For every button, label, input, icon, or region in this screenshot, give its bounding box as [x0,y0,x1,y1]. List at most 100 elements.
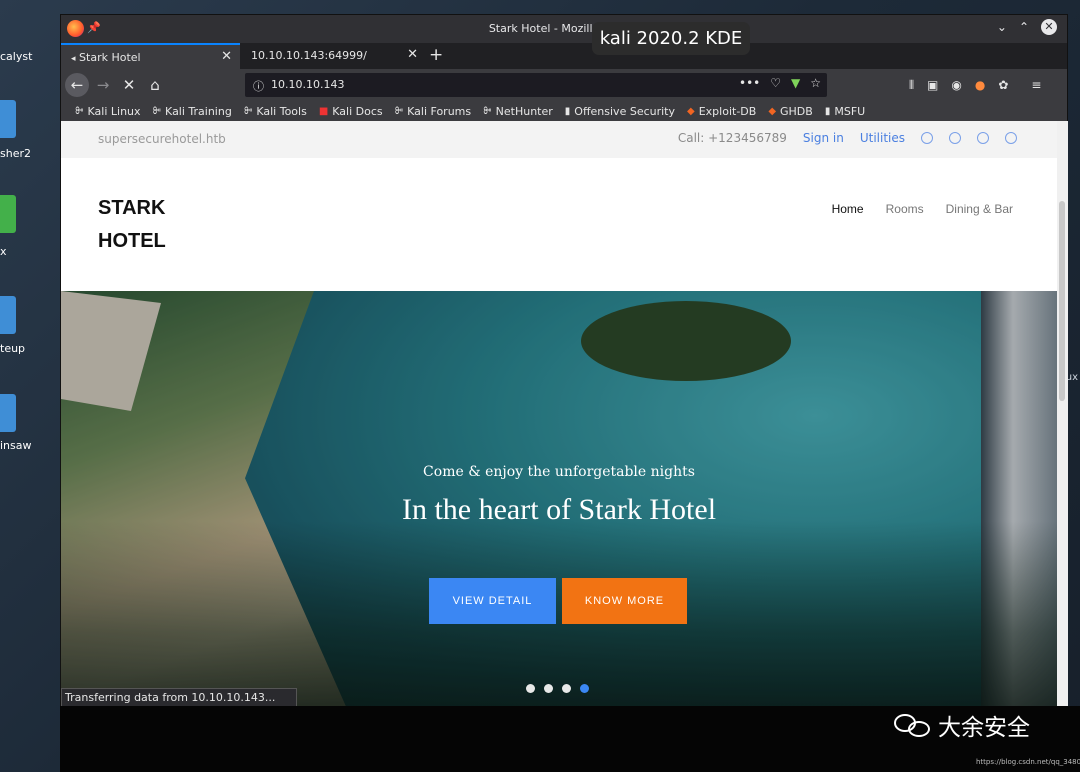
new-tab-icon[interactable]: + [429,45,443,65]
home-icon[interactable]: ⌂ [143,73,167,97]
bookmark-kali-training[interactable]: ꔻ Kali Training [153,102,232,121]
bookmark-kali-tools[interactable]: ꔻ Kali Tools [244,102,307,121]
bookmark-msfu[interactable]: ▮ MSFU [825,102,865,121]
menu-home[interactable]: Home [832,202,864,216]
desktop-item-label: insaw [0,439,32,452]
bookmarks-toolbar: ꔻ Kali Linux ꔻ Kali Training ꔻ Kali Tools ■… [61,101,1067,121]
page-actions-icon[interactable]: ••• [739,76,760,90]
wechat-icon [894,712,932,738]
os-version-overlay: kali 2020.2 KDE [592,22,750,55]
scrollbar-thumb[interactable] [1059,201,1065,401]
page-scrollbar[interactable] [1057,121,1068,707]
logo-line-1: STARK [98,197,166,219]
site-logo[interactable]: STARK HOTEL [98,192,166,258]
main-menu: Home Rooms Dining & Bar [832,202,1013,216]
bookmark-ghdb[interactable]: ◆ GHDB [768,102,813,121]
addon-icon[interactable]: ● [975,78,985,93]
extension-icon[interactable]: ▼ [791,76,800,90]
twitter-icon[interactable] [921,132,933,144]
toolbar-icons: ⫴ ▣ ◉ ● ✿ ≡ [909,78,1041,93]
slider-dot-3[interactable] [562,684,571,693]
forward-icon[interactable]: → [91,73,115,97]
topbar-right: Call: +123456789 Sign in Utilities [678,131,1017,145]
instagram-icon[interactable] [1005,132,1017,144]
stop-loading-icon[interactable]: ✕ [117,73,141,97]
sidebar-icon[interactable]: ▣ [927,78,938,93]
library-icon[interactable]: ⫴ [909,78,914,93]
bookmark-label: Kali Tools [256,105,307,118]
url-actions: ••• ♡ ▼ ☆ [739,76,821,90]
utilities-link[interactable]: Utilities [860,131,905,145]
bookmark-exploit-db[interactable]: ◆ Exploit-DB [687,102,756,121]
hero-subtitle: Come & enjoy the unforgetable nights [423,464,695,480]
web-page: supersecurehotel.htb Call: +123456789 Si… [61,121,1057,707]
tab-bar: ◂ Stark Hotel ✕ 10.10.10.143:64999/ ✕ + [61,43,1067,69]
slider-dot-4[interactable] [580,684,589,693]
screen: calyst sher2 x teup insaw ux 📌 Stark Hot… [0,0,1080,772]
bookmark-label: Kali Linux [87,105,141,118]
bookmark-label: GHDB [780,105,813,118]
kali-dragon-icon: ꔻ [243,106,253,117]
tab-close-icon[interactable]: ✕ [221,49,232,64]
bookmark-label: NetHunter [495,105,553,118]
watermark-text: 大余安全 [938,715,1030,741]
back-icon[interactable]: ← [65,73,89,97]
watermark-credit: https://blog.csdn.net/qq_34801745 [976,758,1080,766]
pocket-icon[interactable]: ♡ [770,76,781,90]
sign-in-link[interactable]: Sign in [803,131,844,145]
minimize-icon[interactable]: ⌄ [997,20,1007,34]
msfu-icon: ▮ [824,106,831,117]
close-icon[interactable]: ✕ [1041,19,1057,35]
hamburger-menu-icon[interactable]: ≡ [1031,78,1041,93]
menu-rooms[interactable]: Rooms [886,202,924,216]
bookmark-kali-forums[interactable]: ꔻ Kali Forums [395,102,472,121]
tab-port-64999[interactable]: 10.10.10.143:64999/ ✕ [241,43,426,69]
tab-stark-hotel[interactable]: ◂ Stark Hotel ✕ [61,43,240,69]
linkedin-icon[interactable] [977,132,989,144]
folder-icon [0,296,16,334]
desktop-item-label: sher2 [0,147,31,160]
desktop-item-label: x [0,245,7,258]
kali-dragon-icon: ꔻ [75,106,84,117]
facebook-icon[interactable] [949,132,961,144]
slider-dot-2[interactable] [544,684,553,693]
bookmark-star-icon[interactable]: ☆ [810,76,821,90]
bookmark-label: Offensive Security [574,105,676,118]
watermark: 大余安全 [894,708,1030,742]
bookmark-label: Kali Training [165,105,232,118]
docs-icon: ■ [318,106,329,117]
bookmark-label: Kali Forums [407,105,472,118]
kali-dragon-icon: ꔻ [152,106,162,117]
tab-close-icon[interactable]: ✕ [407,47,418,62]
status-bar: Transferring data from 10.10.10.143... [61,688,297,708]
bookmark-offensive-security[interactable]: ▮ Offensive Security [565,102,675,121]
menu-dining-bar[interactable]: Dining & Bar [946,202,1013,216]
account-icon[interactable]: ◉ [951,78,961,93]
ghdb-icon: ◆ [768,106,777,117]
hero-slider: Come & enjoy the unforgetable nights In … [61,291,1057,707]
bookmark-nethunter[interactable]: ꔻ NetHunter [483,102,553,121]
desktop-item-label: calyst [0,50,33,63]
folder-icon [0,100,16,138]
window-titlebar: 📌 Stark Hotel - Mozilla Firefox ⌄ ⌃ ✕ [61,15,1067,43]
know-more-button[interactable]: KNOW MORE [562,578,687,624]
bookmark-kali-docs[interactable]: ■ Kali Docs [319,102,383,121]
hero-title: In the heart of Stark Hotel [401,493,717,526]
extension-puzzle-icon[interactable]: ✿ [998,78,1008,93]
bookmark-label: Kali Docs [332,105,383,118]
bookmark-kali-linux[interactable]: ꔻ Kali Linux [75,102,141,121]
site-domain: supersecurehotel.htb [98,132,226,146]
spreadsheet-icon [0,195,16,233]
logo-line-2: HOTEL [98,230,166,252]
site-info-icon[interactable]: ⓘ [253,78,264,94]
firefox-window: 📌 Stark Hotel - Mozilla Firefox ⌄ ⌃ ✕ ◂ … [60,14,1068,772]
url-bar[interactable]: ⓘ 10.10.10.143 ••• ♡ ▼ ☆ [245,73,827,97]
call-number: Call: +123456789 [677,131,787,145]
bookmark-label: MSFU [834,105,866,118]
folder-icon [0,394,16,432]
slider-dots [526,684,589,693]
maximize-icon[interactable]: ⌃ [1019,20,1029,34]
window-title: Stark Hotel - Mozilla Firefox [488,22,640,35]
slider-dot-1[interactable] [526,684,535,693]
view-detail-button[interactable]: VIEW DETAIL [429,578,556,624]
